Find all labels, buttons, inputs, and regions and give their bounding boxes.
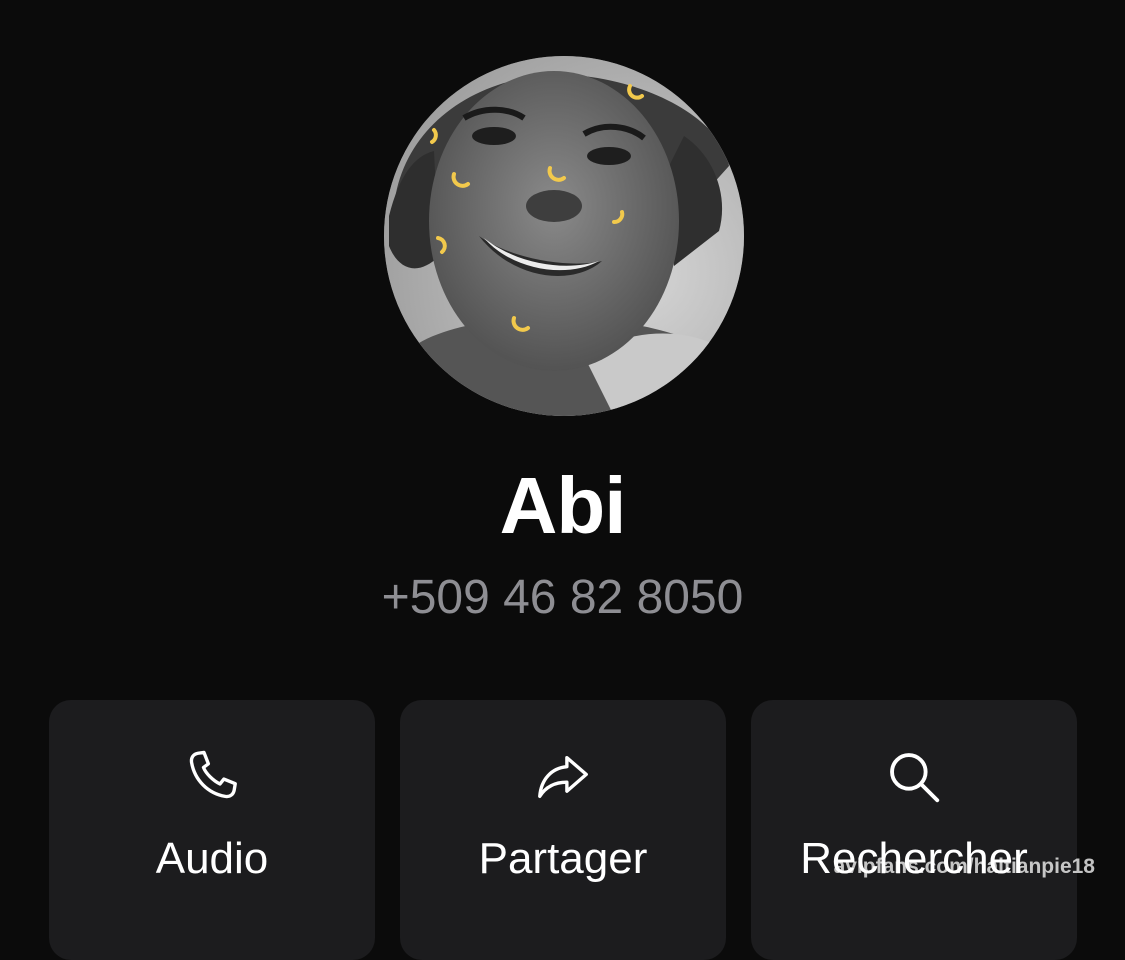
- phone-icon: [49, 746, 375, 808]
- avatar[interactable]: [384, 56, 744, 416]
- contact-name: Abi: [499, 461, 627, 550]
- search-icon: [751, 746, 1077, 808]
- profile-photo: [384, 56, 744, 416]
- search-button[interactable]: Rechercher: [751, 700, 1077, 960]
- audio-call-button[interactable]: Audio: [49, 700, 375, 960]
- audio-label: Audio: [155, 834, 269, 883]
- contact-phone: +509 46 82 8050: [381, 571, 744, 624]
- share-arrow-icon: [400, 746, 726, 808]
- share-label: Partager: [478, 834, 648, 883]
- share-button[interactable]: Partager: [400, 700, 726, 960]
- watermark: avipfans.com/haitianpie18: [833, 855, 1095, 878]
